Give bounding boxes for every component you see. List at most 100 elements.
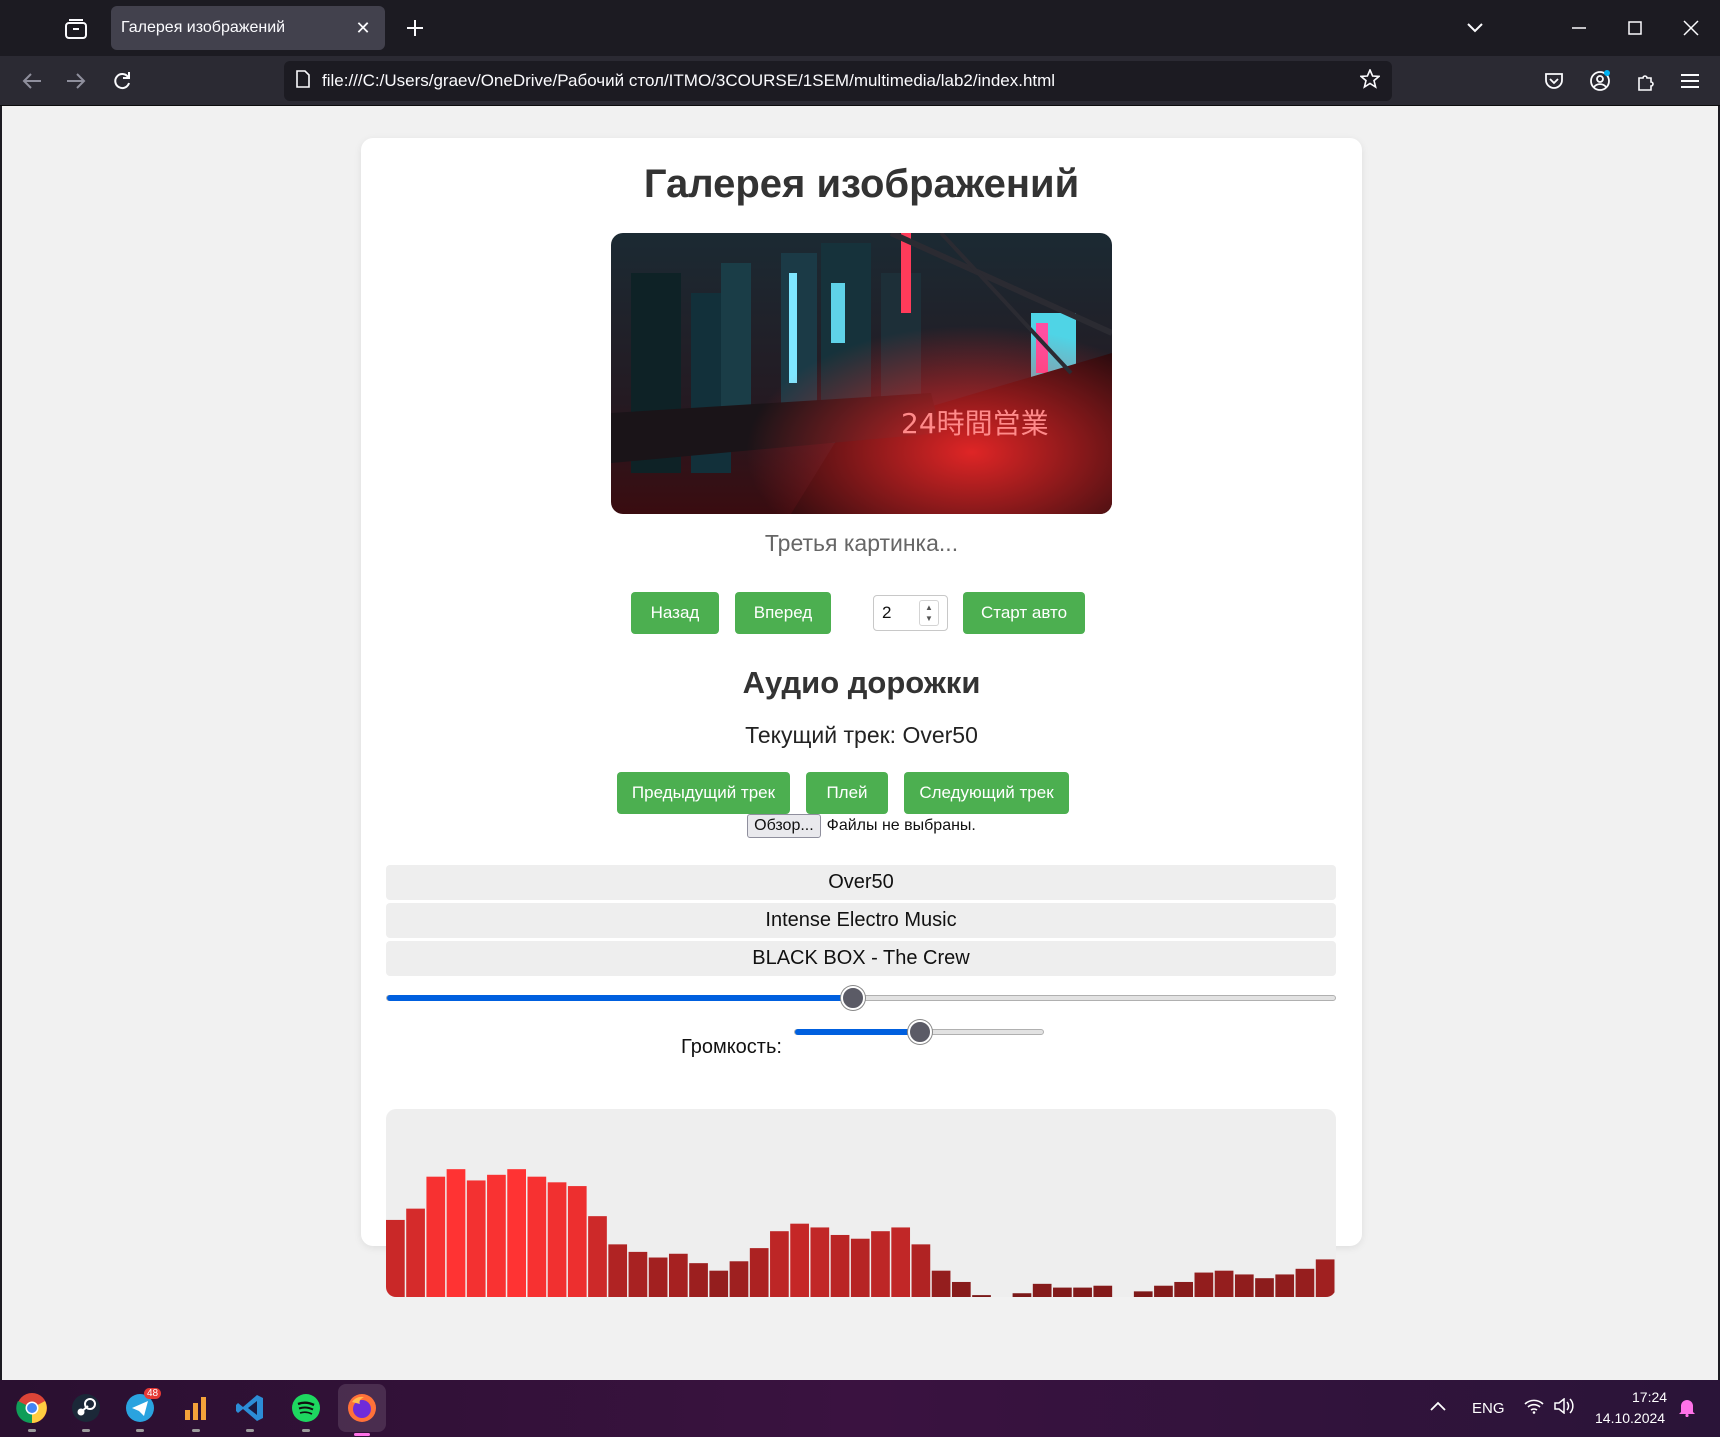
browse-button[interactable]: Обзор... xyxy=(747,814,821,838)
visualizer-bar xyxy=(1194,1272,1214,1297)
menu-hamburger-icon[interactable] xyxy=(1674,65,1706,97)
navigation-toolbar: file:///C:/Users/graev/OneDrive/Рабочий … xyxy=(0,56,1720,106)
extensions-puzzle-icon[interactable] xyxy=(1630,65,1662,97)
windows-taskbar: 48 ENG 17:24 14.10.2024 xyxy=(0,1380,1720,1437)
language-indicator[interactable]: ENG xyxy=(1472,1400,1505,1417)
visualizer-bar xyxy=(446,1169,466,1297)
tab-title: Галерея изображений xyxy=(121,19,286,36)
bookmark-star-icon[interactable] xyxy=(1358,67,1382,94)
visualizer-bar xyxy=(426,1176,446,1297)
next-image-button[interactable]: Вперед xyxy=(735,592,831,634)
running-indicator xyxy=(246,1429,254,1432)
visualizer-bar xyxy=(608,1244,628,1297)
visualizer-bar xyxy=(1214,1270,1234,1297)
active-indicator xyxy=(354,1433,370,1436)
progress-slider[interactable] xyxy=(386,986,1336,1010)
visualizer-bar xyxy=(1295,1268,1315,1297)
vscode-icon[interactable] xyxy=(232,1390,268,1432)
current-track: Текущий трек: Over50 xyxy=(745,722,978,748)
telegram-icon[interactable]: 48 xyxy=(122,1388,162,1432)
maximize-icon[interactable] xyxy=(1612,10,1658,46)
active-tab[interactable]: Галерея изображений ✕ xyxy=(111,6,385,50)
url-text[interactable]: file:///C:/Users/graev/OneDrive/Рабочий … xyxy=(322,71,1360,91)
visualizer-bar xyxy=(1154,1285,1173,1297)
page-viewport: Галерея изображений 24時間営業 Третья картин… xyxy=(2,106,1718,1380)
file-page-icon xyxy=(296,69,310,93)
wifi-icon[interactable] xyxy=(1524,1398,1544,1419)
visualizer-bar xyxy=(689,1263,708,1297)
visualizer-bar xyxy=(648,1257,668,1297)
visualizer-bar xyxy=(547,1182,567,1297)
interval-value: 2 xyxy=(882,603,892,622)
reload-icon[interactable] xyxy=(106,65,138,97)
firefox-view-icon[interactable] xyxy=(60,16,92,42)
volume-thumb[interactable] xyxy=(908,1020,932,1044)
visualizer-bar xyxy=(1315,1259,1335,1297)
analytics-app-icon[interactable] xyxy=(178,1390,214,1432)
list-all-tabs-chevron-icon[interactable] xyxy=(1460,14,1490,42)
visualizer-bar xyxy=(527,1176,547,1297)
track-item[interactable]: BLACK BOX - The Crew xyxy=(386,941,1336,976)
tray-chevron-up-icon[interactable] xyxy=(1430,1398,1446,1416)
chrome-icon[interactable] xyxy=(14,1390,50,1432)
prev-track-button[interactable]: Предыдущий трек xyxy=(617,772,790,814)
play-button[interactable]: Плей xyxy=(806,772,888,814)
running-indicator xyxy=(192,1429,200,1432)
visualizer-bar xyxy=(749,1248,769,1297)
telegram-badge: 48 xyxy=(144,1388,162,1399)
gallery-title: Галерея изображений xyxy=(643,162,1080,206)
spotify-icon[interactable] xyxy=(288,1390,324,1432)
visualizer-bar xyxy=(1174,1281,1194,1297)
back-arrow-icon[interactable] xyxy=(16,65,48,97)
visualizer-bar xyxy=(1133,1291,1153,1297)
tab-close-icon[interactable]: ✕ xyxy=(351,16,375,40)
running-indicator xyxy=(302,1429,310,1432)
volume-speaker-icon[interactable] xyxy=(1554,1397,1576,1419)
firefox-icon[interactable] xyxy=(338,1384,386,1436)
visualizer-bar xyxy=(466,1180,486,1297)
next-track-button[interactable]: Следующий трек xyxy=(904,772,1069,814)
visualizer-bar xyxy=(1234,1274,1254,1297)
visualizer-bar xyxy=(1073,1287,1092,1297)
visualizer-bar xyxy=(1275,1274,1295,1297)
account-icon[interactable] xyxy=(1584,65,1616,97)
visualizer-bar xyxy=(1093,1285,1113,1297)
file-input: Обзор... Файлы не выбраны. xyxy=(361,814,1362,838)
track-item[interactable]: Intense Electro Music xyxy=(386,903,1336,938)
address-bar[interactable]: file:///C:/Users/graev/OneDrive/Рабочий … xyxy=(284,61,1392,101)
gallery-container: Галерея изображений 24時間営業 Третья картин… xyxy=(361,138,1362,1297)
clock-time[interactable]: 17:24 xyxy=(1632,1389,1667,1405)
visualizer-bar xyxy=(891,1227,911,1297)
audio-title: Аудио дорожки xyxy=(742,665,981,700)
close-window-icon[interactable] xyxy=(1668,10,1714,46)
prev-image-button[interactable]: Назад xyxy=(631,592,719,634)
notification-bell-icon[interactable] xyxy=(1678,1397,1696,1422)
visualizer-bar xyxy=(668,1253,688,1297)
running-indicator xyxy=(136,1429,144,1432)
visualizer-bar xyxy=(911,1244,931,1297)
running-indicator xyxy=(82,1429,90,1432)
visualizer-bar xyxy=(951,1281,971,1297)
interval-input[interactable]: 2 ▲ ▼ xyxy=(873,595,948,631)
visualizer-bar xyxy=(1012,1293,1032,1297)
spinner-arrows-icon[interactable]: ▲ ▼ xyxy=(919,600,939,626)
visualizer-bar xyxy=(790,1223,809,1297)
start-auto-button[interactable]: Старт авто xyxy=(963,592,1085,634)
visualizer-bar xyxy=(487,1174,506,1297)
volume-slider[interactable] xyxy=(794,1020,1044,1044)
steam-icon[interactable] xyxy=(68,1390,104,1432)
visualizer-bar xyxy=(567,1186,587,1297)
progress-thumb[interactable] xyxy=(840,986,865,1010)
clock-date[interactable]: 14.10.2024 xyxy=(1595,1410,1665,1426)
visualizer-bar xyxy=(628,1251,648,1297)
minimize-icon[interactable] xyxy=(1556,10,1602,46)
image-caption: Третья картинка... xyxy=(764,530,959,556)
visualizer-bar xyxy=(1032,1283,1052,1297)
new-tab-icon[interactable] xyxy=(401,14,429,42)
track-item[interactable]: Over50 xyxy=(386,865,1336,900)
pocket-icon[interactable] xyxy=(1538,65,1570,97)
visualizer-bar xyxy=(406,1208,425,1297)
forward-arrow-icon[interactable] xyxy=(60,65,92,97)
progress-fill xyxy=(387,995,853,1001)
visualizer-bar xyxy=(709,1270,729,1297)
